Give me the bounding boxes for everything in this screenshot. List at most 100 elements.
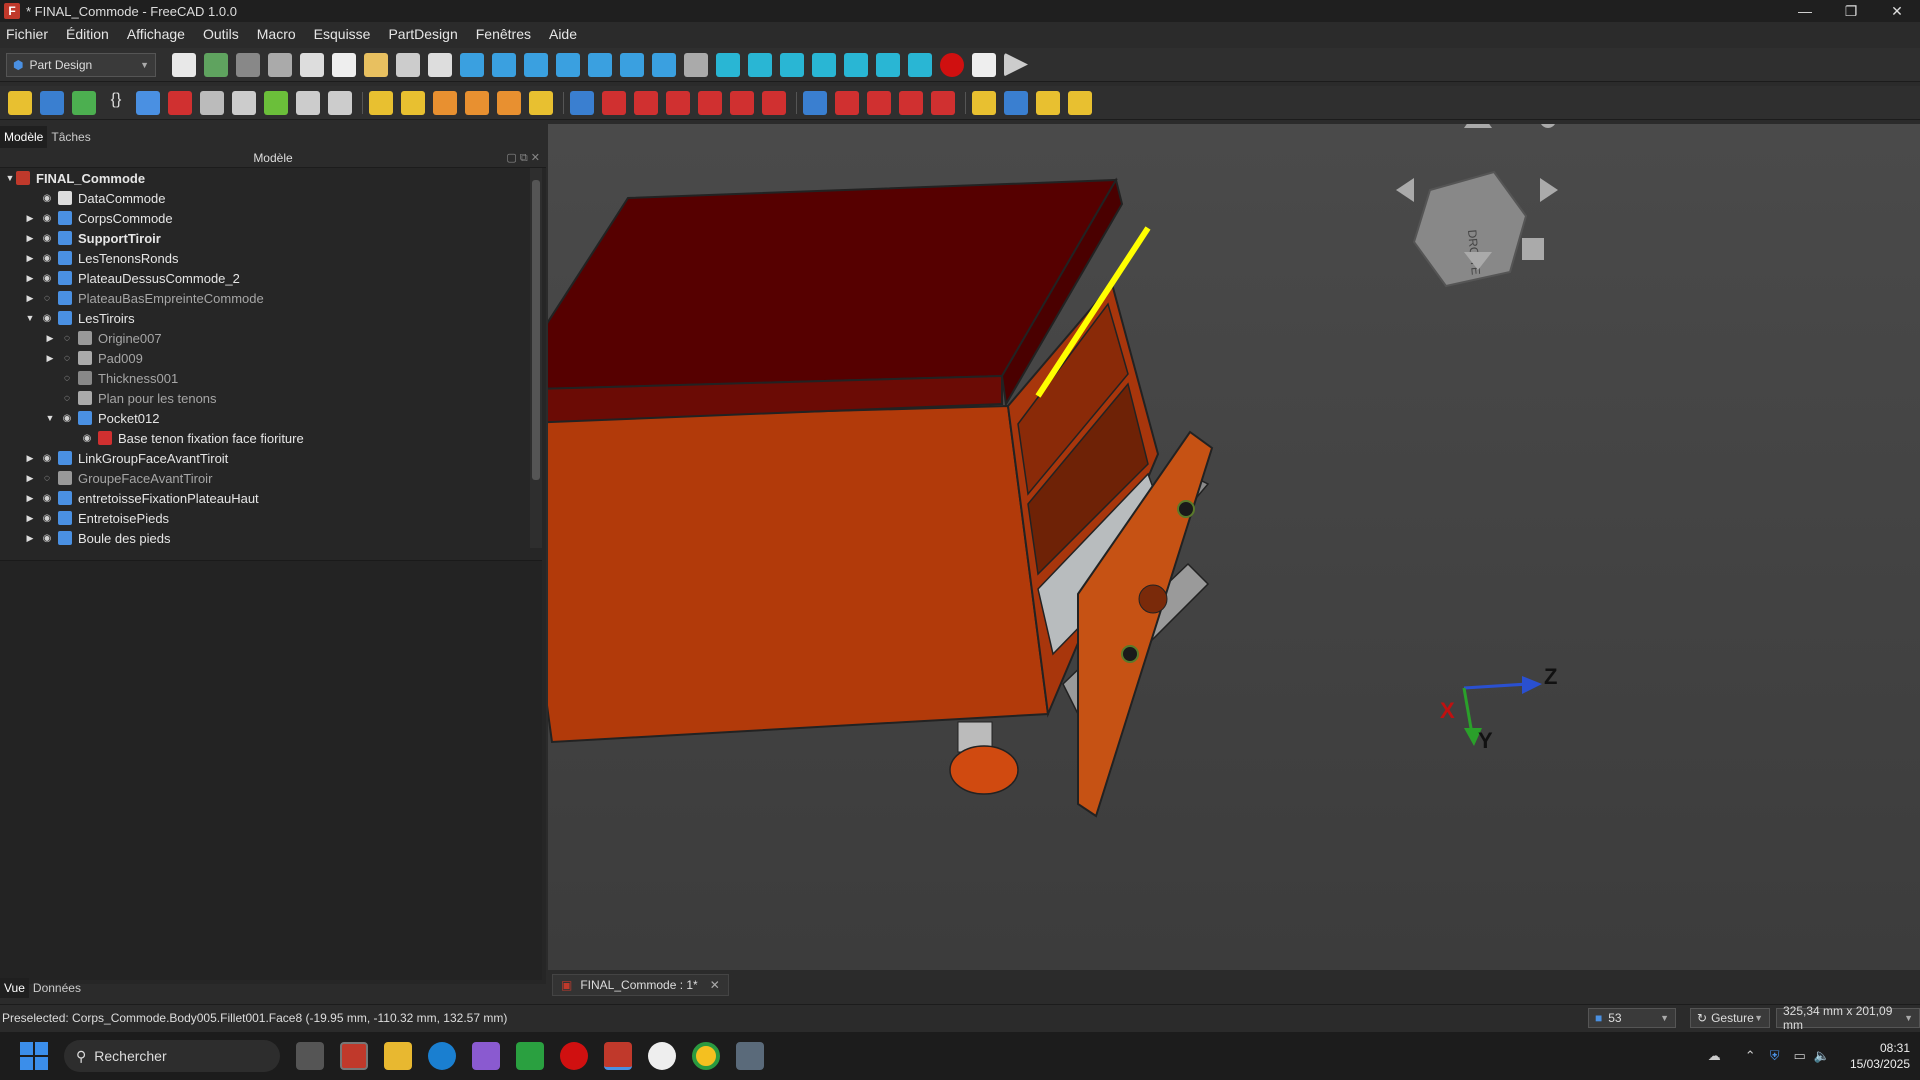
collapsed-arrow-icon[interactable]: ▶ (24, 473, 36, 484)
part-container-icon[interactable] (40, 90, 64, 115)
menu-fenetres[interactable]: Fenêtres (476, 26, 531, 42)
link-icon[interactable] (72, 90, 96, 115)
view-rear-icon[interactable] (844, 52, 868, 77)
hidden-eye-icon[interactable]: ◌ (40, 473, 54, 484)
expanded-arrow-icon[interactable]: ▼ (4, 173, 16, 183)
selection-filter-icon[interactable] (620, 52, 644, 77)
sketch-icon[interactable] (136, 90, 160, 115)
revolution-icon[interactable] (401, 90, 425, 115)
tree-item[interactable]: ▶ ◌ GroupeFaceAvantTiroir (0, 468, 530, 488)
visible-eye-icon[interactable]: ◉ (40, 453, 54, 464)
collapsed-arrow-icon[interactable]: ▶ (24, 273, 36, 284)
view-right-icon[interactable] (812, 52, 836, 77)
collapsed-arrow-icon[interactable]: ▶ (24, 533, 36, 544)
tree-item[interactable]: ▶ ◉ Boule des pieds (0, 528, 530, 548)
hidden-eye-icon[interactable]: ◌ (40, 293, 54, 304)
tab-vue[interactable]: Vue (0, 978, 29, 998)
view-front-icon[interactable] (748, 52, 772, 77)
menu-fichier[interactable]: Fichier (6, 26, 48, 42)
expanded-arrow-icon[interactable]: ▼ (24, 313, 36, 323)
navcube-right-arrow[interactable] (1540, 178, 1558, 202)
tree-item[interactable]: ▶ ◉ LinkGroupFaceAvantTiroit (0, 448, 530, 468)
groove-icon[interactable] (634, 90, 658, 115)
cut-icon[interactable] (268, 52, 292, 77)
loft-icon[interactable] (433, 90, 457, 115)
tree-item[interactable]: ▶ ◉ entretoisseFixationPlateauHaut (0, 488, 530, 508)
3d-viewport[interactable]: DROITE Z X Y (548, 124, 1920, 970)
visible-eye-icon[interactable]: ◉ (40, 233, 54, 244)
document-tab[interactable]: ▣ FINAL_Commode : 1* ✕ (552, 974, 729, 996)
visible-eye-icon[interactable]: ◉ (60, 413, 74, 424)
std-views-icon[interactable] (588, 52, 612, 77)
pad-icon[interactable] (369, 90, 393, 115)
clone-icon[interactable] (232, 90, 256, 115)
navigation-style[interactable]: ↻ Gesture ▼ (1690, 1008, 1770, 1028)
collapsed-arrow-icon[interactable]: ▶ (24, 493, 36, 504)
copy-icon[interactable] (300, 52, 324, 77)
thickness-icon[interactable] (931, 90, 955, 115)
collapsed-arrow-icon[interactable]: ▶ (44, 353, 56, 364)
tree-item[interactable]: ▼ FINAL_Commode (0, 168, 530, 188)
spreadsheet-app-icon[interactable] (516, 1042, 544, 1070)
tree-item[interactable]: ▶ ◌ Origine007 (0, 328, 530, 348)
hidden-eye-icon[interactable]: ◌ (60, 333, 74, 344)
collapsed-arrow-icon[interactable]: ▶ (24, 233, 36, 244)
subtractive-primitive-icon[interactable] (762, 90, 786, 115)
expression-icon[interactable]: {} (104, 91, 128, 115)
visible-eye-icon[interactable]: ◉ (40, 253, 54, 264)
tab-modele[interactable]: Modèle (0, 126, 48, 148)
hole-icon[interactable] (602, 90, 626, 115)
view-bottom-icon[interactable] (876, 52, 900, 77)
datum-line-icon[interactable] (296, 90, 320, 115)
collapsed-arrow-icon[interactable]: ▶ (44, 333, 56, 344)
polar-pattern-icon[interactable] (1036, 90, 1060, 115)
close-tab-icon[interactable]: ✕ (710, 978, 720, 992)
menu-edition[interactable]: Édition (66, 26, 109, 42)
menu-affichage[interactable]: Affichage (127, 26, 185, 42)
inkscape-icon[interactable] (648, 1042, 676, 1070)
menu-macro[interactable]: Macro (257, 26, 296, 42)
hidden-eye-icon[interactable]: ◌ (60, 393, 74, 404)
view-left-icon[interactable] (908, 52, 932, 77)
tree-item[interactable]: ◉ Base tenon fixation face fioriture (0, 428, 530, 448)
visible-eye-icon[interactable]: ◉ (40, 493, 54, 504)
refresh-icon[interactable] (428, 52, 452, 77)
visible-eye-icon[interactable]: ◉ (40, 533, 54, 544)
visible-eye-icon[interactable]: ◉ (40, 213, 54, 224)
menu-esquisse[interactable]: Esquisse (314, 26, 371, 42)
restore-icon[interactable]: ❐ (1828, 0, 1874, 22)
tab-taches[interactable]: Tâches (47, 126, 94, 148)
tree-item[interactable]: ▶ ◉ EntretoisePieds (0, 508, 530, 528)
open-file-icon[interactable] (204, 52, 228, 77)
calculator-icon[interactable] (736, 1042, 764, 1070)
redo-icon[interactable] (396, 52, 420, 77)
collapsed-arrow-icon[interactable]: ▶ (24, 293, 36, 304)
tree-item[interactable]: ▶ ◉ LesTenonsRonds (0, 248, 530, 268)
tree-item[interactable]: ▼ ◉ Pocket012 (0, 408, 530, 428)
subtractive-loft-icon[interactable] (666, 90, 690, 115)
shape-binder-icon[interactable] (200, 90, 224, 115)
visible-eye-icon[interactable]: ◉ (40, 513, 54, 524)
zoom-icon[interactable] (652, 52, 676, 77)
network-icon[interactable]: ▭ (1793, 1048, 1805, 1064)
subtractive-helix-icon[interactable] (730, 90, 754, 115)
close-icon[interactable]: ✕ (1874, 0, 1920, 22)
boolean-icon[interactable] (803, 90, 827, 115)
additive-primitive-icon[interactable] (529, 90, 553, 115)
opera-icon[interactable] (560, 1042, 588, 1070)
tree-item[interactable]: ◉ DataCommode (0, 188, 530, 208)
windows-start-icon[interactable] (20, 1042, 48, 1070)
datum-point-icon[interactable] (264, 90, 288, 115)
visible-eye-icon[interactable]: ◉ (40, 313, 54, 324)
tree-item[interactable]: ▶ ◌ Pad009 (0, 348, 530, 368)
app-icon[interactable] (472, 1042, 500, 1070)
navcube-view-icon[interactable] (1522, 238, 1544, 260)
tree-item[interactable]: ▶ ◌ PlateauBasEmpreinteCommode (0, 288, 530, 308)
freecad-taskbar-icon-1[interactable] (340, 1042, 368, 1070)
dimension-display[interactable]: 325,34 mm x 201,09 mm ▼ (1776, 1004, 1920, 1032)
clock[interactable]: 08:31 15/03/2025 (1850, 1040, 1910, 1072)
visible-eye-icon[interactable]: ◉ (40, 193, 54, 204)
volume-muted-icon[interactable]: 🔈 (1814, 1048, 1830, 1064)
datum-plane-icon[interactable] (328, 90, 352, 115)
tree-item[interactable]: ▶ ◉ PlateauDessusCommode_2 (0, 268, 530, 288)
